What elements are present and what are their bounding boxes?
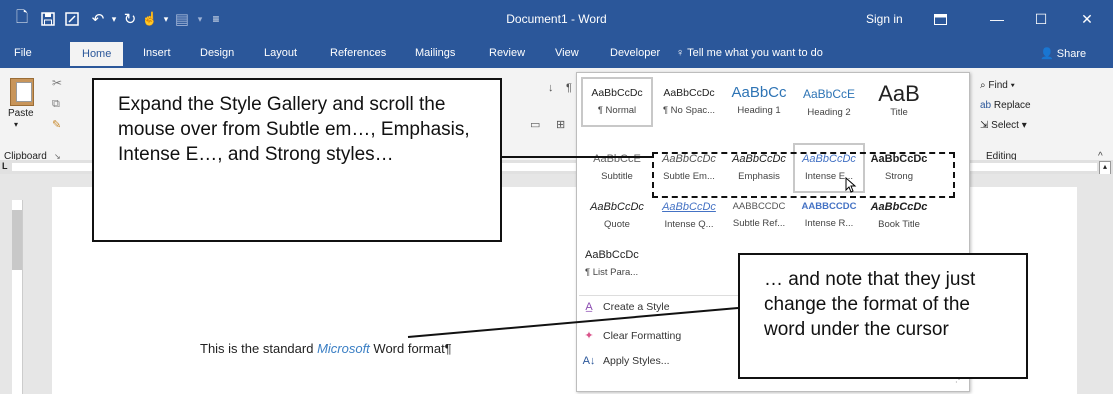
right-callout: … and note that they just change the for… bbox=[738, 253, 1028, 379]
right-callout-text: … and note that they just change the for… bbox=[764, 269, 976, 340]
left-callout-text: Expand the Style Gallery and scroll the … bbox=[118, 94, 470, 165]
right-connector-line bbox=[407, 307, 739, 338]
left-callout: Expand the Style Gallery and scroll the … bbox=[92, 78, 502, 242]
